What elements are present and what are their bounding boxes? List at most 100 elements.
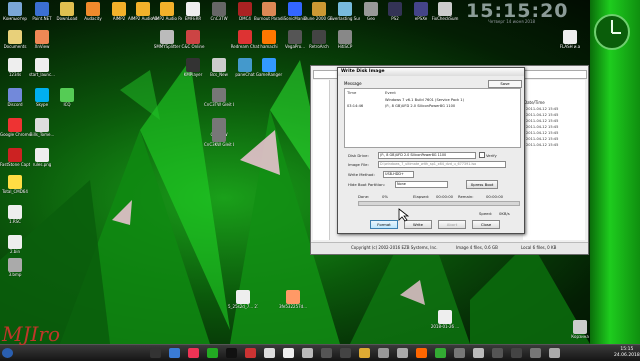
desktop-icon-label: FixCheckSum xyxy=(431,16,459,21)
desktop-icon[interactable]: 1.RSC xyxy=(0,205,30,224)
taskbar-app-icon[interactable] xyxy=(207,348,218,358)
desktop-icon[interactable]: Компьютер xyxy=(0,2,30,21)
desktop-icon[interactable]: Discord xyxy=(0,88,30,107)
mouse-cursor-icon xyxy=(398,208,410,222)
taskbar-app-icon[interactable] xyxy=(321,348,332,358)
taskbar-app-icon[interactable] xyxy=(378,348,389,358)
desktop-icon[interactable]: ICQ xyxy=(52,88,82,107)
tray-clock[interactable]: 15:15 24.06.2018 xyxy=(614,347,640,359)
analog-clock-gadget xyxy=(594,14,630,50)
app-icon xyxy=(288,2,302,16)
desktop-icon[interactable]: HitiSCP xyxy=(330,30,360,49)
desktop-icon[interactable]: rules.png xyxy=(27,148,57,167)
taskbar-app-icon[interactable] xyxy=(264,348,275,358)
save-button[interactable]: Save xyxy=(488,80,522,88)
taskbar-app-icon[interactable] xyxy=(359,348,370,358)
app-icon xyxy=(236,290,250,304)
desktop-icon[interactable]: Documents xyxy=(0,30,30,49)
desktop-icon[interactable]: 1234s xyxy=(0,58,30,77)
desktop-icon-label: ICQ xyxy=(63,102,71,107)
taskbar-app-icon[interactable] xyxy=(435,348,446,358)
desktop-icon[interactable]: 5_25s2d_7... 21367637... xyxy=(228,290,258,309)
app-icon xyxy=(438,2,452,16)
taskbar-app-icon[interactable] xyxy=(283,348,294,358)
taskbar-app-icon[interactable] xyxy=(454,348,465,358)
format-button[interactable]: Format xyxy=(370,220,398,229)
desktop-icon[interactable]: FixCheckSum xyxy=(430,2,460,21)
taskbar-app-icon[interactable] xyxy=(188,348,199,358)
hide-boot-partition-select[interactable]: None xyxy=(395,181,448,188)
taskbar-app-icon[interactable] xyxy=(302,348,313,358)
tray-date: 24.06.2018 xyxy=(614,353,640,358)
xpress-boot-button[interactable]: Xpress Boot xyxy=(466,180,498,189)
desktop-icon[interactable]: Total_CMD64 xyxy=(0,175,30,194)
taskbar-app-icon[interactable] xyxy=(340,348,351,358)
desktop-icon[interactable]: FastStone Capture xyxy=(0,148,30,167)
app-icon xyxy=(563,30,577,44)
desktop-icon[interactable]: 3.bmp xyxy=(0,258,30,277)
desktop-icon[interactable]: XnView xyxy=(27,30,57,49)
desktop-icon[interactable]: Google Chrome xyxy=(0,118,30,137)
message-label: Message xyxy=(344,81,362,86)
app-icon xyxy=(186,2,200,16)
taskbar-app-icon[interactable] xyxy=(549,348,560,358)
verify-checkbox[interactable] xyxy=(479,152,485,158)
desktop-icon-label: FastStone Capture xyxy=(0,162,30,167)
desktop-icon[interactable]: CnC3KW Gleit Logon xyxy=(204,128,234,147)
log-event: (F:, 8 GB)UFD 2.0 SiliconPower8G 1100 xyxy=(385,104,456,108)
start-button[interactable] xyxy=(2,348,13,358)
status-local-info: Local 6 files, 0 KB xyxy=(521,245,557,250)
desktop-icon[interactable]: 2018-01-26 ... xyxy=(430,310,460,329)
app-icon xyxy=(212,88,226,102)
desktop-icon[interactable]: C&C Online xyxy=(178,30,208,49)
taskbar-app-icon[interactable] xyxy=(226,348,237,358)
dialog-title: Write Disk Image xyxy=(338,68,524,76)
app-icon xyxy=(286,290,300,304)
write-method-select[interactable]: USB-HDD+ xyxy=(383,171,414,178)
taskbar-app-icon[interactable] xyxy=(150,348,161,358)
folder-tree[interactable] xyxy=(313,80,330,240)
desktop-icon[interactable]: Корзина xyxy=(565,320,595,339)
tray-time: 15:15 xyxy=(620,347,634,352)
disk-drive-select[interactable]: (F:, 8 GB)UFD 2.0 SiliconPower8G 1100 xyxy=(378,152,476,159)
close-button[interactable]: Close xyxy=(472,220,500,229)
desktop-icon-label: CnC3TW Gleit Logon xyxy=(204,102,234,107)
desktop-icon[interactable]: 3fe532257d... xyxy=(278,290,308,309)
taskbar-app-icon[interactable] xyxy=(492,348,503,358)
app-icon xyxy=(262,2,276,16)
desktop-icon-label: Корзина xyxy=(571,334,589,339)
taskbar-app-icon[interactable] xyxy=(245,348,256,358)
app-icon xyxy=(136,2,150,16)
message-log[interactable]: Time Event Windows 7 v6.1 Build 7601 (Se… xyxy=(344,88,521,148)
abort-button[interactable]: Abort xyxy=(438,220,466,229)
app-icon xyxy=(238,58,252,72)
desktop-icon[interactable]: Bills_Tome... xyxy=(27,118,57,137)
taskbar-app-icon[interactable] xyxy=(416,348,427,358)
desktop-icon-label: 3.bmp xyxy=(8,272,22,277)
app-icon xyxy=(212,128,226,142)
desktop-icon[interactable]: FLASH и.а xyxy=(555,30,585,49)
date-cell: 2011-04-12 15:45 xyxy=(526,113,559,117)
taskbar-app-icon[interactable] xyxy=(511,348,522,358)
desktop-icon[interactable]: CnC3TW Gleit Logon xyxy=(204,88,234,107)
app-icon xyxy=(35,118,49,132)
app-icon xyxy=(364,2,378,16)
event-column-header: Event xyxy=(385,90,396,95)
app-icon xyxy=(8,88,22,102)
image-file-field[interactable]: D:\windows_7_ultimate_with_sp1_x64_dvd_u… xyxy=(378,161,506,168)
taskbar-app-icon[interactable] xyxy=(169,348,180,358)
desktop-icon-label: rules.png xyxy=(32,162,52,167)
taskbar-app-icon[interactable] xyxy=(530,348,541,358)
taskbar-app-icon[interactable] xyxy=(473,348,484,358)
app-icon xyxy=(8,205,22,219)
status-copyright: Copyright (c) 2002-2016 EZB Systems, Inc… xyxy=(351,245,438,250)
date-cell: 2011-04-12 15:45 xyxy=(526,137,559,141)
date-column-header[interactable]: Date/Time xyxy=(524,100,545,105)
desktop-icon[interactable]: GameRanger xyxy=(254,58,284,77)
desktop-icon[interactable]: 2.bin xyxy=(0,235,30,254)
taskbar-app-icon[interactable] xyxy=(397,348,408,358)
app-icon xyxy=(8,118,22,132)
desktop-icon[interactable]: start_launc... xyxy=(27,58,57,77)
desktop-icon-label: XnView xyxy=(34,44,50,49)
app-icon xyxy=(35,88,49,102)
